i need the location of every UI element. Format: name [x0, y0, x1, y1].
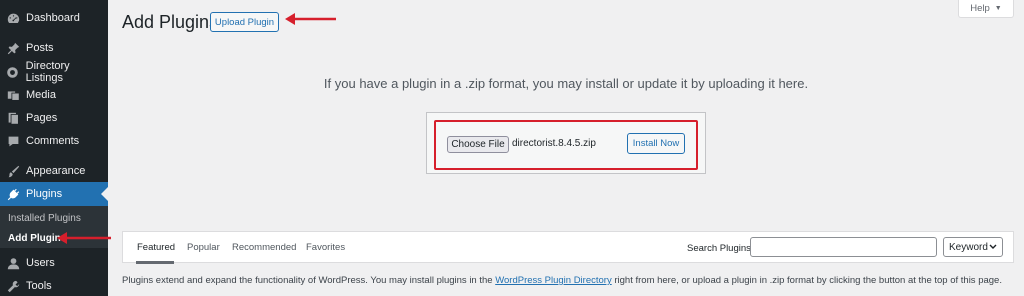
- sidebar-item-comments[interactable]: Comments: [0, 129, 108, 153]
- sidebar-item-users[interactable]: Users: [0, 251, 108, 275]
- sidebar-item-label: Posts: [26, 42, 54, 54]
- description-text: right from here, or upload a plugin in .…: [611, 275, 1002, 286]
- description-text: Plugins extend and expand the functional…: [122, 275, 496, 286]
- tab-featured[interactable]: Featured: [137, 242, 175, 253]
- sidebar-item-label: Media: [26, 89, 56, 101]
- search-type-value: Keyword: [949, 241, 988, 253]
- sidebar-item-media[interactable]: Media: [0, 83, 108, 107]
- sidebar-item-label: Users: [26, 257, 55, 269]
- caret-down-icon: ▼: [994, 5, 1002, 12]
- sidebar-item-label: Dashboard: [26, 12, 80, 24]
- admin-sidebar: Dashboard Posts Directory Listings Media…: [0, 0, 108, 296]
- search-type-select[interactable]: Keyword: [943, 237, 1003, 257]
- pages-icon: [6, 111, 20, 125]
- active-tab-indicator: [136, 261, 174, 264]
- search-plugins-input[interactable]: [750, 237, 937, 257]
- help-tab-button[interactable]: Help ▼: [958, 0, 1014, 18]
- install-now-button[interactable]: Install Now: [627, 133, 685, 154]
- comments-icon: [6, 134, 20, 148]
- sidebar-item-label: Comments: [26, 135, 80, 147]
- sidebar-item-plugins[interactable]: Plugins: [0, 182, 108, 206]
- directory-icon: [6, 65, 20, 79]
- sidebar-item-label: Tools: [26, 280, 52, 292]
- active-menu-notch: [101, 187, 108, 201]
- user-icon: [6, 256, 20, 270]
- plugin-filter-bar: Featured Popular Recommended Favorites S…: [122, 231, 1014, 264]
- submenu-add-plugin[interactable]: Add Plugin: [8, 233, 61, 244]
- sidebar-item-label: Directory Listings: [25, 60, 70, 84]
- upload-plugin-button[interactable]: Upload Plugin: [210, 12, 279, 32]
- upload-instructions: If you have a plugin in a .zip format, y…: [323, 76, 809, 91]
- media-icon: [6, 88, 20, 102]
- wrench-icon: [6, 279, 20, 293]
- tab-recommended[interactable]: Recommended: [232, 242, 296, 253]
- tab-favorites[interactable]: Favorites: [306, 242, 345, 253]
- sidebar-item-appearance[interactable]: Appearance: [0, 159, 108, 183]
- sidebar-item-tools[interactable]: Tools: [0, 274, 108, 296]
- sidebar-item-posts[interactable]: Posts: [0, 36, 108, 60]
- selected-file-name: directorist.8.4.5.zip: [512, 138, 596, 149]
- submenu-installed-plugins[interactable]: Installed Plugins: [8, 213, 81, 224]
- red-arrow-icon: [285, 13, 336, 25]
- help-label: Help: [970, 3, 990, 14]
- sidebar-item-label: Appearance: [26, 165, 86, 177]
- sidebar-item-dashboard[interactable]: Dashboard: [0, 6, 108, 30]
- sidebar-item-label: Pages: [26, 112, 58, 124]
- chevron-down-icon: [989, 244, 997, 249]
- pin-icon: [6, 41, 20, 55]
- sidebar-item-label: Plugins: [26, 188, 63, 200]
- choose-file-button[interactable]: Choose File: [447, 136, 509, 153]
- sidebar-item-pages[interactable]: Pages: [0, 106, 108, 130]
- search-plugins-label: Search Plugins: [687, 243, 751, 254]
- page-title: Add Plugins: [122, 12, 219, 32]
- plugins-description: Plugins extend and expand the functional…: [122, 275, 1002, 286]
- sidebar-item-directory-listings[interactable]: Directory Listings: [0, 60, 108, 84]
- plug-icon: [6, 187, 20, 201]
- red-arrow-icon: [57, 232, 111, 244]
- brush-icon: [6, 164, 20, 178]
- plugin-directory-link[interactable]: WordPress Plugin Directory: [495, 275, 612, 286]
- tab-popular[interactable]: Popular: [187, 242, 220, 253]
- dashboard-icon: [6, 11, 20, 25]
